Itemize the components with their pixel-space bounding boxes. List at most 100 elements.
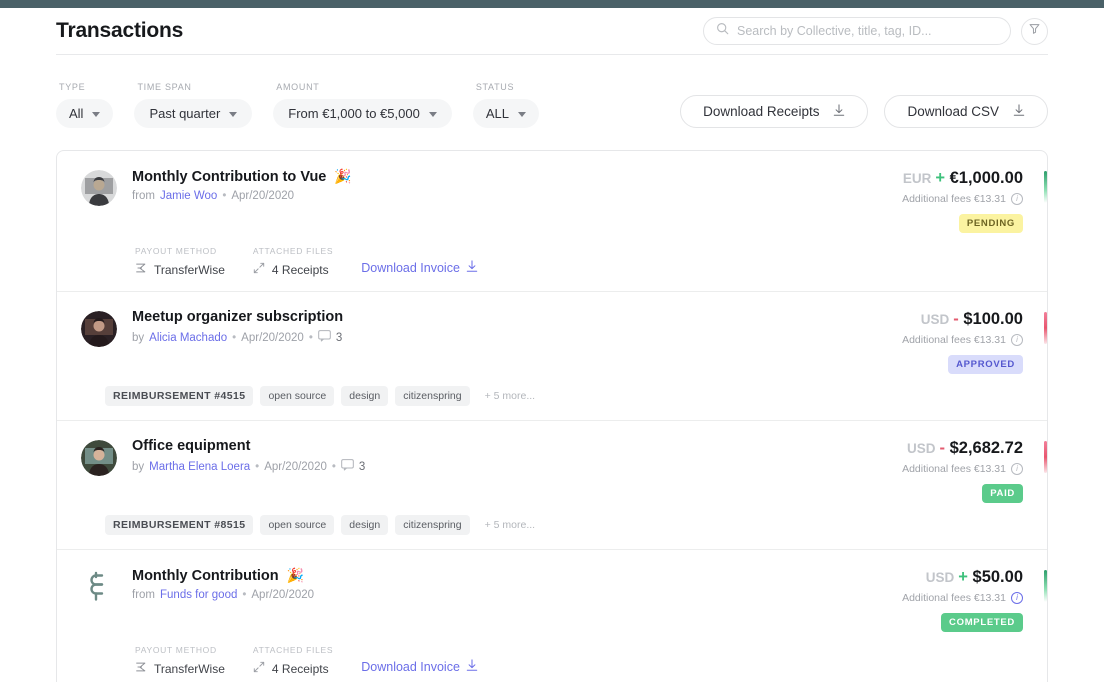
chevron-down-icon	[92, 112, 100, 117]
transaction-title: Monthly Contribution to Vue🎉	[132, 168, 902, 185]
filter-group: TYPE All TIME SPAN Past quarter AMOUNT F…	[56, 82, 539, 128]
transaction-row[interactable]: Monthly Contribution to Vue🎉 fromJamie Wo…	[57, 151, 1047, 292]
download-invoice-link[interactable]: Download Invoice	[361, 659, 478, 676]
download-csv-label: Download CSV	[907, 104, 999, 119]
expand-icon	[253, 262, 265, 277]
download-invoice-link[interactable]: Download Invoice	[361, 260, 478, 277]
info-icon[interactable]: i	[1011, 592, 1023, 604]
transaction-date: Apr/20/2020	[251, 589, 314, 601]
status-badge: PENDING	[959, 214, 1023, 233]
info-icon[interactable]: i	[1011, 193, 1023, 205]
tag[interactable]: citizenspring	[395, 386, 469, 406]
additional-fees: Additional fees €13.31i	[902, 463, 1023, 475]
tag[interactable]: REIMBURSEMENT #8515	[105, 515, 253, 535]
transaction-amount: EUR+ €1,000.00	[902, 169, 1023, 188]
amount-sign: -	[940, 439, 946, 457]
payout-method-col: PAYOUT METHODTransferWise	[135, 246, 225, 277]
filter-type: TYPE All	[56, 82, 113, 128]
transaction-row[interactable]: Office equipmentbyMartha Elena Loera•Apr…	[57, 421, 1047, 550]
amount-value: €1,000.00	[950, 169, 1023, 187]
tag[interactable]: design	[341, 515, 388, 535]
attached-files-label: ATTACHED FILES	[253, 645, 333, 655]
filter-time-span-value: Past quarter	[149, 106, 220, 121]
person-link[interactable]: Funds for good	[160, 589, 237, 601]
tag[interactable]: open source	[260, 386, 334, 406]
additional-fees-text: Additional fees €13.31	[902, 592, 1006, 604]
chevron-down-icon	[429, 112, 437, 117]
tag[interactable]: REIMBURSEMENT #4515	[105, 386, 253, 406]
attached-files-col: ATTACHED FILES 4 Receipts	[253, 645, 333, 676]
chevron-down-icon	[518, 112, 526, 117]
filter-status-select[interactable]: ALL	[473, 99, 539, 128]
avatar	[81, 170, 117, 206]
comment-count[interactable]: 3	[318, 330, 342, 345]
person-link[interactable]: Martha Elena Loera	[149, 461, 250, 473]
search-input[interactable]	[737, 24, 998, 38]
export-actions: Download Receipts Download CSV	[680, 95, 1048, 128]
download-icon	[1013, 104, 1025, 120]
filter-type-label: TYPE	[56, 82, 113, 92]
comment-icon	[318, 330, 331, 345]
amount-sign: -	[953, 310, 959, 328]
person-link[interactable]: Jamie Woo	[160, 190, 217, 202]
status-badge: PAID	[982, 484, 1023, 503]
page-header: Transactions	[56, 8, 1048, 55]
attached-files-value[interactable]: 4 Receipts	[253, 661, 333, 676]
download-icon	[466, 659, 478, 675]
person-link[interactable]: Alicia Machado	[149, 332, 227, 344]
preposition: by	[132, 332, 144, 344]
transaction-date: Apr/20/2020	[241, 332, 304, 344]
search-icon	[716, 22, 729, 40]
search-box[interactable]	[703, 17, 1011, 45]
tag[interactable]: citizenspring	[395, 515, 469, 535]
download-csv-button[interactable]: Download CSV	[884, 95, 1048, 128]
transaction-amount-block: USD- $2,682.72Additional fees €13.31iPAI…	[902, 438, 1023, 503]
download-invoice-label: Download Invoice	[361, 261, 460, 275]
transaction-tags: REIMBURSEMENT #8515 open source design citi…	[81, 503, 1023, 549]
currency-code: USD	[921, 312, 950, 327]
download-receipts-button[interactable]: Download Receipts	[680, 95, 868, 128]
status-edge-indicator	[1044, 570, 1047, 602]
filter-time-span-label: TIME SPAN	[134, 82, 252, 92]
chevron-down-icon	[229, 112, 237, 117]
filter-type-select[interactable]: All	[56, 99, 113, 128]
attached-files-col: ATTACHED FILES4 Receipts	[253, 246, 333, 277]
transaction-details: Monthly Contribution to Vue🎉 fromJamie Wo…	[132, 168, 902, 202]
filter-type-value: All	[69, 106, 83, 121]
tag[interactable]: open source	[260, 515, 334, 535]
page-title: Transactions	[56, 19, 183, 43]
transaction-row[interactable]: Monthly Contribution🎉fromFunds for good•…	[57, 550, 1047, 682]
avatar	[81, 311, 117, 347]
avatar	[81, 440, 117, 476]
preposition: from	[132, 589, 155, 601]
transaction-row[interactable]: Meetup organizer subscriptionbyAlicia Ma…	[57, 292, 1047, 421]
transaction-meta: PAYOUT METHODTransferWise ATTACHED FILES4…	[81, 233, 1023, 291]
preposition: by	[132, 461, 144, 473]
download-invoice-label: Download Invoice	[361, 660, 460, 674]
payout-method-label: PAYOUT METHOD	[135, 645, 225, 655]
filter-status-value: ALL	[486, 106, 509, 121]
expand-icon	[253, 661, 265, 676]
info-icon[interactable]: i	[1011, 463, 1023, 475]
transaction-subtitle: fromJamie Woo•Apr/20/2020	[132, 190, 902, 202]
tag[interactable]: + 5 more...	[477, 386, 543, 406]
transferwise-icon	[135, 661, 147, 676]
filter-status-label: STATUS	[473, 82, 539, 92]
download-icon	[833, 104, 845, 120]
transferwise-icon	[135, 262, 147, 277]
tag[interactable]: + 5 more...	[477, 515, 543, 535]
tag[interactable]: design	[341, 386, 388, 406]
transaction-date: Apr/20/2020	[264, 461, 327, 473]
transaction-amount-block: USD+ $50.00Additional fees €13.31iCOMPLE…	[902, 567, 1023, 632]
transaction-title: Office equipment	[132, 438, 902, 454]
additional-fees: Additional fees €13.31i	[902, 334, 1023, 346]
transaction-subtitle: fromFunds for good•Apr/20/2020	[132, 589, 902, 601]
transaction-meta: PAYOUT METHODTransferWiseATTACHED FILES4…	[81, 632, 1023, 682]
filter-time-span-select[interactable]: Past quarter	[134, 99, 252, 128]
download-receipts-label: Download Receipts	[703, 104, 819, 119]
filter-toggle-button[interactable]	[1021, 18, 1048, 45]
filter-amount-select[interactable]: From €1,000 to €5,000	[273, 99, 452, 128]
attached-files-value[interactable]: 4 Receipts	[253, 262, 333, 277]
comment-count[interactable]: 3	[341, 459, 365, 474]
info-icon[interactable]: i	[1011, 334, 1023, 346]
